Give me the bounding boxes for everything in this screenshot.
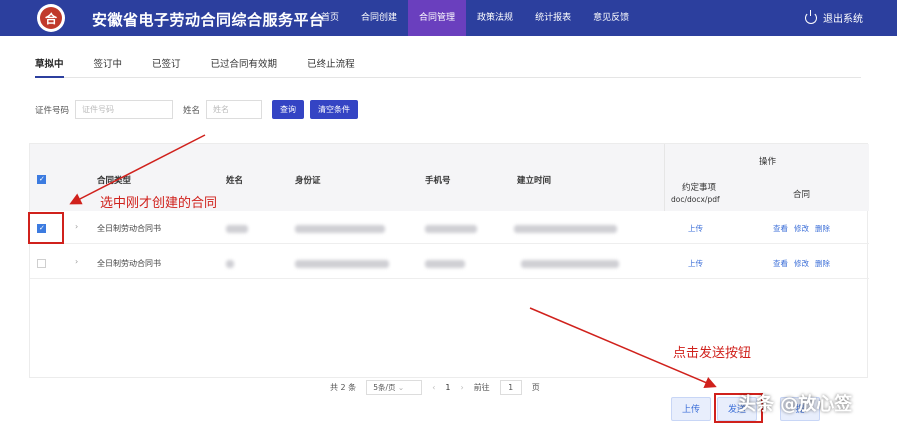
send-hint: 点击发送按钮: [673, 346, 752, 361]
watermark: 头条 @放心签: [738, 394, 853, 415]
select-hint: 选中刚才创建的合同: [100, 196, 218, 211]
annotation-arrows: [69, 134, 717, 389]
